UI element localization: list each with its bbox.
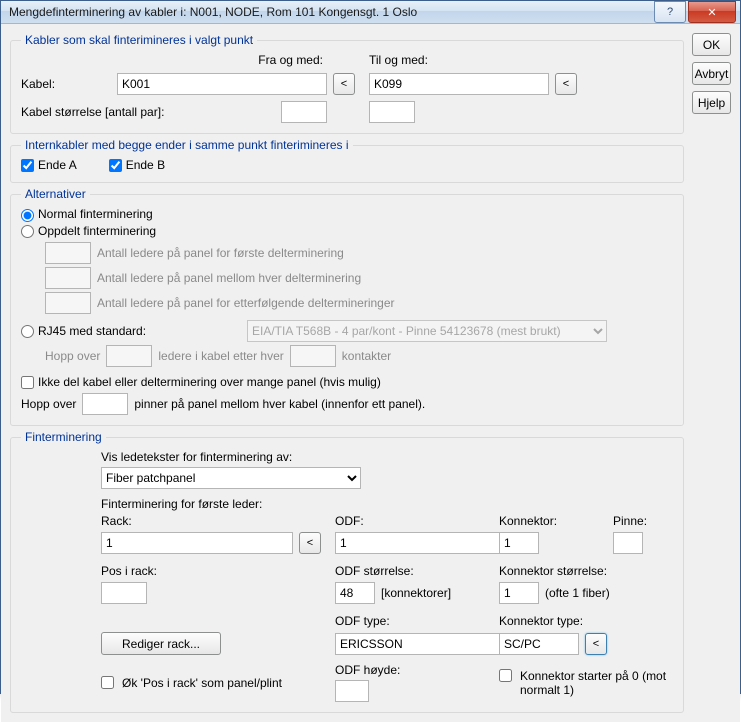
kabel-fra-picker-button[interactable]: < bbox=[333, 73, 355, 95]
odf-hoyde-input[interactable] bbox=[335, 680, 369, 702]
rj45-hop-mid: ledere i kabel etter hver bbox=[158, 349, 283, 363]
konn-type-label: Konnektor type: bbox=[499, 614, 673, 628]
rj45-hop-ledere-input bbox=[106, 345, 152, 367]
window-buttons: ? ✕ bbox=[654, 1, 740, 23]
konn-storr-suffix: (ofte 1 fiber) bbox=[545, 586, 610, 600]
ok-button[interactable]: OK bbox=[692, 33, 731, 56]
hopp2-input[interactable] bbox=[82, 393, 128, 415]
konn-storr-input[interactable] bbox=[499, 582, 539, 604]
rj45-hop-kontakter-input bbox=[290, 345, 336, 367]
sub2-label: Antall ledere på panel mellom hver delte… bbox=[97, 271, 361, 285]
vis-select[interactable]: Fiber patchpanel bbox=[101, 467, 361, 489]
konn-start-checkbox[interactable] bbox=[499, 669, 512, 682]
hjelp-button[interactable]: Hjelp bbox=[692, 91, 731, 114]
odf-type-label: ODF type: bbox=[335, 614, 485, 628]
ok-pos-checkbox-label[interactable]: Øk 'Pos i rack' som panel/plint bbox=[101, 676, 321, 690]
hopp2-suf: pinner på panel mellom hver kabel (innen… bbox=[134, 397, 425, 411]
sub3-input bbox=[45, 292, 91, 314]
sub2-input bbox=[45, 267, 91, 289]
rj45-radio-label[interactable]: RJ45 med standard: bbox=[21, 324, 241, 338]
pos-label: Pos i rack: bbox=[101, 564, 321, 578]
main-column: Kabler som skal finterimineres i valgt p… bbox=[10, 33, 684, 713]
konnektor-input[interactable] bbox=[499, 532, 539, 554]
kabel-fra-input[interactable] bbox=[117, 73, 327, 95]
odf-input[interactable] bbox=[335, 532, 500, 554]
rediger-rack-button[interactable]: Rediger rack... bbox=[101, 632, 221, 655]
pinne-label: Pinne: bbox=[613, 514, 673, 528]
window-title: Mengdefinterminering av kabler i: N001, … bbox=[9, 5, 654, 19]
ikke-del-checkbox-label[interactable]: Ikke del kabel eller delterminering over… bbox=[21, 375, 381, 389]
group-finterminering-legend: Finterminering bbox=[21, 430, 106, 444]
hopp2-pre: Hopp over bbox=[21, 397, 76, 411]
pos-input[interactable] bbox=[101, 582, 147, 604]
group-alternativer: Alternativer Normal finterminering Oppde… bbox=[10, 187, 684, 426]
ende-a-checkbox-label[interactable]: Ende A bbox=[21, 158, 77, 172]
oppdelt-radio[interactable] bbox=[21, 225, 34, 238]
ikke-del-checkbox[interactable] bbox=[21, 376, 34, 389]
ende-a-checkbox[interactable] bbox=[21, 159, 34, 172]
kabel-label: Kabel: bbox=[21, 77, 111, 91]
rj45-standard-select: EIA/TIA T568B - 4 par/kont - Pinne 54123… bbox=[247, 320, 607, 342]
rj45-hop-suf: kontakter bbox=[342, 349, 391, 363]
konn-type-input[interactable] bbox=[499, 633, 579, 655]
normal-radio[interactable] bbox=[21, 209, 34, 222]
avbryt-button[interactable]: Avbryt bbox=[692, 62, 731, 85]
oppdelt-sub: Antall ledere på panel for første delter… bbox=[45, 242, 673, 314]
kabel-til-input[interactable] bbox=[369, 73, 549, 95]
rack-input[interactable] bbox=[101, 532, 293, 554]
kabel-til-picker-button[interactable]: < bbox=[555, 73, 577, 95]
odf-storr-input[interactable] bbox=[335, 582, 375, 604]
content-area: Kabler som skal finterimineres i valgt p… bbox=[1, 24, 740, 722]
kabel-storrelse-label: Kabel størrelse [antall par]: bbox=[21, 105, 273, 119]
storrelse-fra-input[interactable] bbox=[281, 101, 327, 123]
titlebar: Mengdefinterminering av kabler i: N001, … bbox=[1, 1, 740, 24]
odf-storr-suffix: [konnektorer] bbox=[381, 586, 451, 600]
sub1-input bbox=[45, 242, 91, 264]
fra-og-med-label: Fra og med: bbox=[117, 53, 327, 67]
sub3-label: Antall ledere på panel for etterfølgende… bbox=[97, 296, 395, 310]
close-icon[interactable]: ✕ bbox=[688, 1, 736, 23]
group-finterminering: Finterminering Vis ledetekster for finte… bbox=[10, 430, 684, 713]
group-kabler-legend: Kabler som skal finterimineres i valgt p… bbox=[21, 33, 257, 47]
storrelse-til-input[interactable] bbox=[369, 101, 415, 123]
rack-picker-button[interactable]: < bbox=[299, 532, 321, 554]
odf-type-input[interactable] bbox=[335, 633, 500, 655]
konn-type-picker-button[interactable]: < bbox=[585, 633, 607, 655]
odf-storr-label: ODF størrelse: bbox=[335, 564, 485, 578]
ende-b-checkbox[interactable] bbox=[109, 159, 122, 172]
help-icon[interactable]: ? bbox=[654, 1, 686, 23]
til-og-med-label: Til og med: bbox=[369, 53, 549, 67]
vis-label: Vis ledetekster for finterminering av: bbox=[101, 450, 673, 464]
normal-radio-label[interactable]: Normal finterminering bbox=[21, 207, 153, 221]
odf-label: ODF: bbox=[335, 514, 485, 528]
group-alternativer-legend: Alternativer bbox=[21, 187, 90, 201]
odf-hoyde-label: ODF høyde: bbox=[335, 663, 400, 677]
konn-storr-label: Konnektor størrelse: bbox=[499, 564, 673, 578]
ende-b-checkbox-label[interactable]: Ende B bbox=[109, 158, 165, 172]
group-internkabler-legend: Internkabler med begge ender i samme pun… bbox=[21, 138, 353, 152]
rack-label: Rack: bbox=[101, 514, 321, 528]
dialog-window: Mengdefinterminering av kabler i: N001, … bbox=[0, 0, 741, 694]
side-column: OK Avbryt Hjelp bbox=[692, 33, 731, 713]
konnektor-label: Konnektor: bbox=[499, 514, 599, 528]
first-leder-label: Finterminering for første leder: bbox=[101, 497, 673, 511]
pinne-input[interactable] bbox=[613, 532, 643, 554]
konn-start-checkbox-label[interactable]: Konnektor starter på 0 (mot normalt 1) bbox=[499, 669, 673, 697]
sub1-label: Antall ledere på panel for første delter… bbox=[97, 246, 344, 260]
rj45-radio[interactable] bbox=[21, 325, 34, 338]
oppdelt-radio-label[interactable]: Oppdelt finterminering bbox=[21, 224, 156, 238]
rj45-hop-pre: Hopp over bbox=[45, 349, 100, 363]
ok-pos-checkbox[interactable] bbox=[101, 676, 114, 689]
group-internkabler: Internkabler med begge ender i samme pun… bbox=[10, 138, 684, 183]
group-kabler: Kabler som skal finterimineres i valgt p… bbox=[10, 33, 684, 134]
